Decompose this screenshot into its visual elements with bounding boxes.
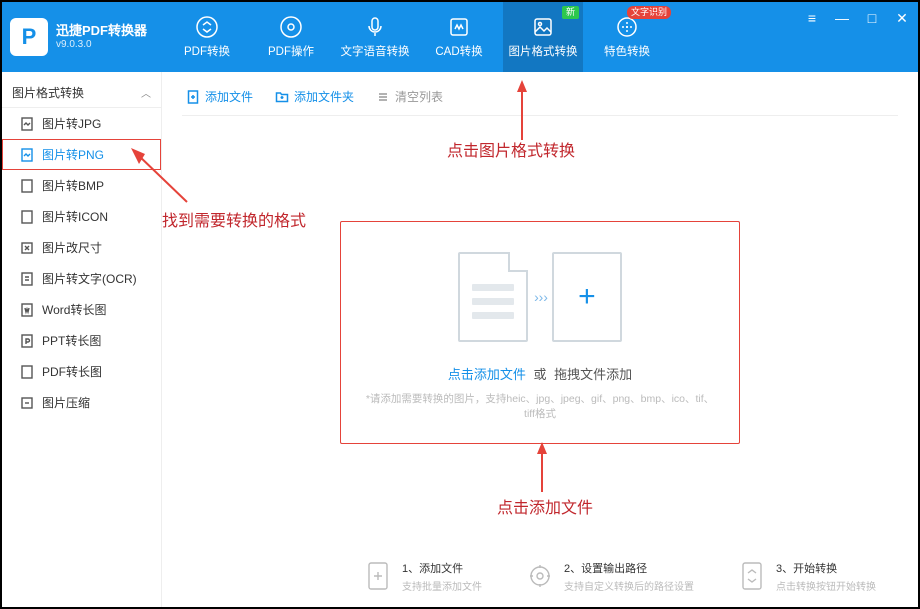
convert-icon	[738, 560, 766, 592]
doc-icon	[20, 179, 34, 193]
clear-list-button[interactable]: 清空列表	[376, 88, 443, 105]
tool-label: 添加文件	[205, 88, 253, 105]
sidebar-item-compress[interactable]: 图片压缩	[2, 387, 161, 418]
dropzone-text: 点击添加文件 或 拖拽文件添加	[361, 364, 719, 383]
ocr-icon	[20, 272, 34, 286]
tool-label: 清空列表	[395, 88, 443, 105]
title-bar: P 迅捷PDF转换器 v9.0.3.0 PDF转换 PDF操作 文字语音转换 C…	[2, 2, 918, 72]
image-icon	[531, 15, 555, 39]
add-folder-button[interactable]: 添加文件夹	[275, 88, 354, 105]
sidebar-item-resize[interactable]: 图片改尺寸	[2, 232, 161, 263]
file-toolbar: 添加文件 添加文件夹 清空列表	[182, 82, 898, 116]
arrows-icon: › › ›	[534, 289, 546, 305]
nav-label: 特色转换	[604, 43, 650, 59]
sidebar-group-toggle[interactable]: 图片格式转换 ︿	[2, 78, 161, 108]
doc-icon	[20, 210, 34, 224]
drop-zone[interactable]: › › › + 点击添加文件 或 拖拽文件添加 *请添加需要转换的图片，支持he…	[340, 221, 740, 444]
nav-label: PDF操作	[268, 43, 314, 59]
sidebar-item-label: PPT转长图	[42, 332, 101, 349]
cad-icon	[447, 15, 471, 39]
sidebar-item-pdf[interactable]: PDF转长图	[2, 356, 161, 387]
sidebar-item-label: 图片转文字(OCR)	[42, 270, 137, 287]
step-sub: 支持批量添加文件	[402, 578, 482, 593]
sidebar-item-bmp[interactable]: 图片转BMP	[2, 170, 161, 201]
app-version: v9.0.3.0	[56, 39, 147, 51]
sidebar: 图片格式转换 ︿ 图片转JPG 图片转PNG 图片转BMP 图片转ICON 图片…	[2, 72, 162, 607]
close-button[interactable]: ✕	[894, 10, 910, 27]
compress-icon	[20, 396, 34, 410]
nav-pdf-ops[interactable]: PDF操作	[251, 2, 331, 72]
sidebar-item-label: 图片转PNG	[42, 146, 104, 163]
nav-label: CAD转换	[435, 43, 482, 59]
sidebar-item-label: Word转长图	[42, 301, 106, 318]
document-icon	[458, 252, 528, 342]
mic-icon	[363, 15, 387, 39]
sidebar-item-label: 图片转JPG	[42, 115, 101, 132]
maximize-button[interactable]: □	[864, 10, 880, 27]
step-title: 3、开始转换	[776, 560, 876, 576]
nav-image-format[interactable]: 新 图片格式转换	[503, 2, 583, 72]
step-1: 1、添加文件 支持批量添加文件	[364, 560, 482, 593]
nav-special[interactable]: 文字识别 特色转换	[587, 2, 667, 72]
tool-label: 添加文件夹	[294, 88, 354, 105]
doc-icon	[20, 148, 34, 162]
gear-icon	[526, 560, 554, 592]
nav-pdf-convert[interactable]: PDF转换	[167, 2, 247, 72]
nav-cad[interactable]: CAD转换	[419, 2, 499, 72]
app-name: 迅捷PDF转换器	[56, 23, 147, 39]
sidebar-item-jpg[interactable]: 图片转JPG	[2, 108, 161, 139]
nav-label: 图片格式转换	[509, 43, 578, 59]
app-logo: P 迅捷PDF转换器 v9.0.3.0	[10, 18, 147, 56]
sidebar-item-ocr[interactable]: 图片转文字(OCR)	[2, 263, 161, 294]
main-content: 添加文件 添加文件夹 清空列表 › › › + 点击添加文件 或	[162, 72, 918, 607]
step-title: 2、设置输出路径	[564, 560, 694, 576]
sidebar-item-label: PDF转长图	[42, 363, 102, 380]
file-plus-icon	[186, 90, 200, 104]
resize-icon	[20, 241, 34, 255]
nav-label: PDF转换	[184, 43, 230, 59]
chevron-up-icon: ︿	[141, 85, 151, 100]
add-box-icon: +	[552, 252, 622, 342]
sidebar-item-label: 图片压缩	[42, 394, 90, 411]
nav-text-audio[interactable]: 文字语音转换	[335, 2, 415, 72]
sidebar-item-icon[interactable]: 图片转ICON	[2, 201, 161, 232]
click-add-link[interactable]: 点击添加文件	[448, 367, 526, 382]
add-file-button[interactable]: 添加文件	[186, 88, 253, 105]
dropzone-drag-text: 拖拽文件添加	[554, 367, 632, 382]
ppt-icon	[20, 334, 34, 348]
step-sub: 点击转换按钮开始转换	[776, 578, 876, 593]
menu-button[interactable]: ≡	[804, 10, 820, 27]
list-icon	[376, 90, 390, 104]
word-icon	[20, 303, 34, 317]
file-add-icon	[364, 560, 392, 592]
sidebar-item-ppt[interactable]: PPT转长图	[2, 325, 161, 356]
sidebar-item-label: 图片转ICON	[42, 208, 108, 225]
sidebar-item-label: 图片转BMP	[42, 177, 104, 194]
window-controls: ≡ — □ ✕	[804, 10, 910, 27]
step-title: 1、添加文件	[402, 560, 482, 576]
sidebar-item-label: 图片改尺寸	[42, 239, 102, 256]
badge-new: 新	[562, 6, 579, 19]
step-3: 3、开始转换 点击转换按钮开始转换	[738, 560, 876, 593]
step-sub: 支持自定义转换后的路径设置	[564, 578, 694, 593]
dropzone-hint: *请添加需要转换的图片，支持heic、jpg、jpeg、gif、png、bmp、…	[361, 391, 719, 421]
doc-icon	[20, 117, 34, 131]
logo-icon: P	[10, 18, 48, 56]
badge-ocr: 文字识别	[627, 6, 671, 19]
folder-plus-icon	[275, 90, 289, 104]
steps-footer: 1、添加文件 支持批量添加文件 2、设置输出路径 支持自定义转换后的路径设置 3…	[322, 560, 918, 593]
nav-label: 文字语音转换	[341, 43, 410, 59]
swap-icon	[195, 15, 219, 39]
minimize-button[interactable]: —	[834, 10, 850, 27]
top-nav: PDF转换 PDF操作 文字语音转换 CAD转换 新 图片格式转换 文字识别 特…	[167, 2, 667, 72]
dropzone-graphic: › › › +	[361, 252, 719, 342]
gear-circle-icon	[279, 15, 303, 39]
sidebar-group-title: 图片格式转换	[12, 84, 84, 101]
step-2: 2、设置输出路径 支持自定义转换后的路径设置	[526, 560, 694, 593]
dropzone-or: 或	[533, 367, 546, 382]
sidebar-item-png[interactable]: 图片转PNG	[2, 139, 161, 170]
sidebar-item-word[interactable]: Word转长图	[2, 294, 161, 325]
pdf-icon	[20, 365, 34, 379]
